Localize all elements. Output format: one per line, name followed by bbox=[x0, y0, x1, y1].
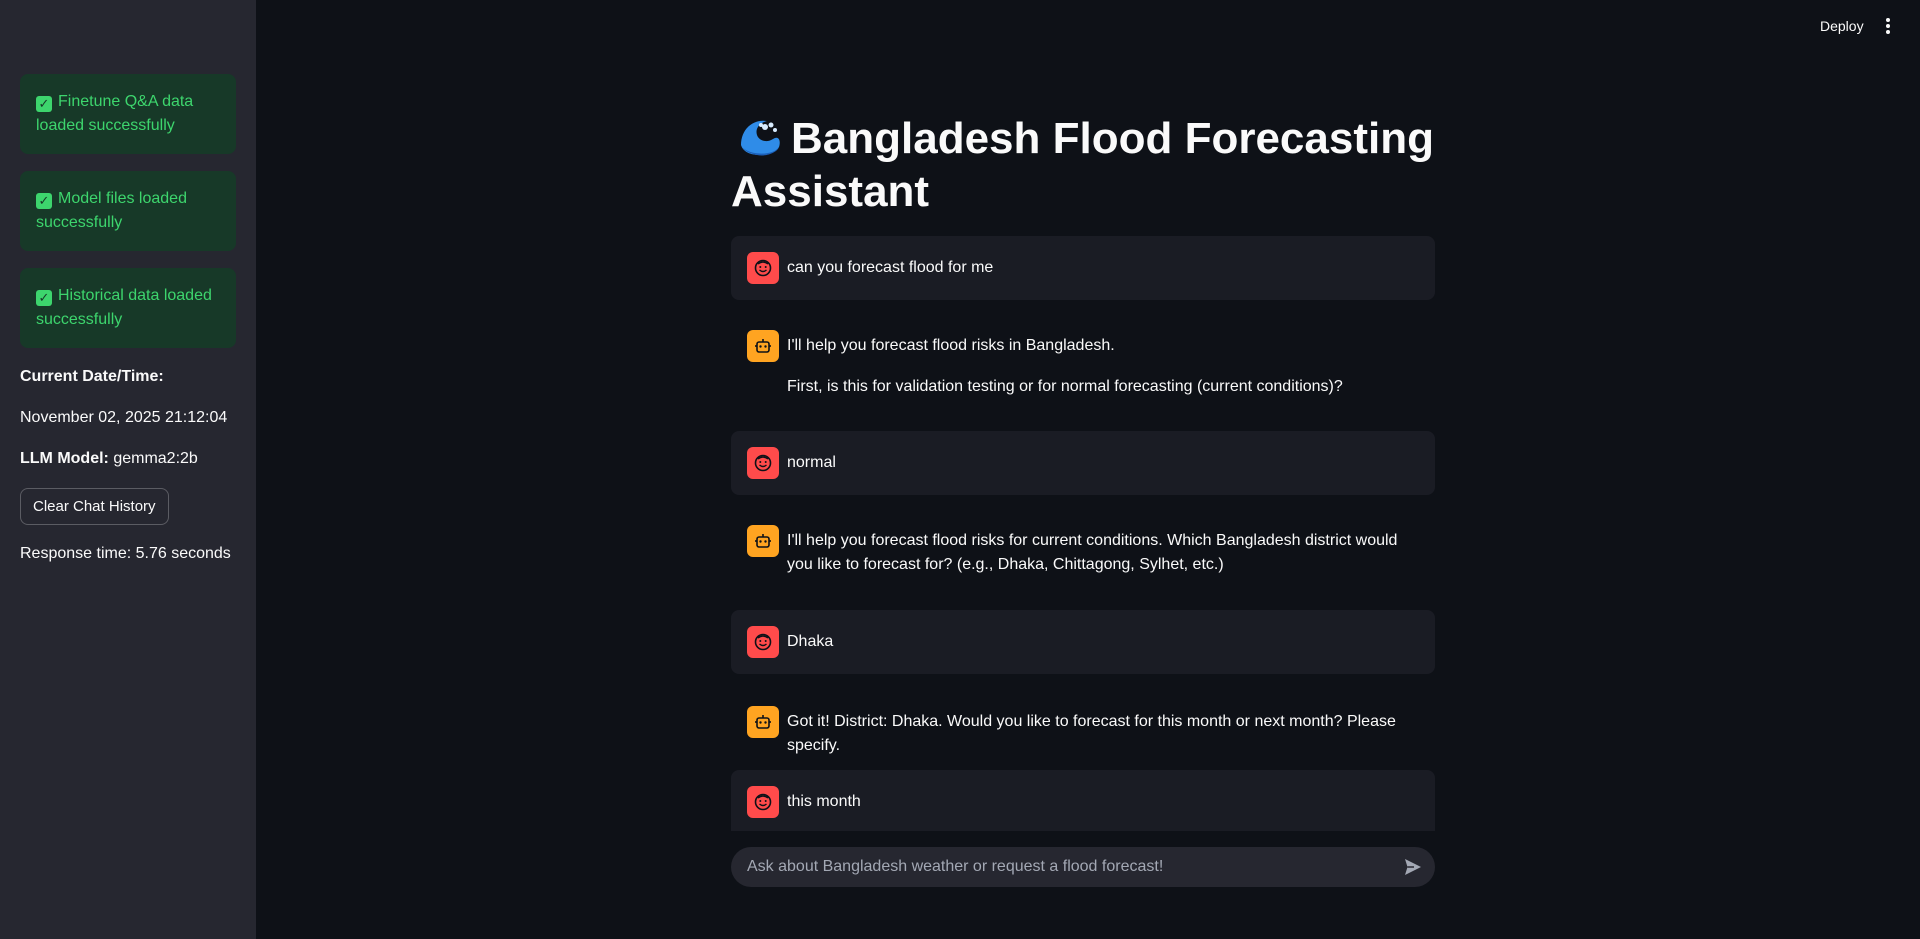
chat-message-assistant: I'll help you forecast flood risks for c… bbox=[731, 509, 1435, 591]
title-text: Bangladesh Flood Forecasting Assistant bbox=[731, 114, 1434, 216]
alert-text: Finetune Q&A data loaded successfully bbox=[36, 93, 194, 134]
message-text: this month bbox=[787, 793, 861, 810]
alert-text: Historical data loaded successfully bbox=[36, 287, 212, 328]
check-box-icon: ✓ bbox=[36, 193, 52, 209]
send-icon[interactable] bbox=[1403, 857, 1423, 877]
llm-value: gemma2:2b bbox=[113, 450, 198, 467]
response-time: Response time: 5.76 seconds bbox=[20, 545, 231, 562]
clear-chat-history-button[interactable]: Clear Chat History bbox=[20, 488, 169, 525]
chat-message-assistant: I'll help you forecast flood risks in Ba… bbox=[731, 314, 1435, 420]
chat-message-assistant: Got it! District: Dhaka. Would you like … bbox=[731, 690, 1435, 754]
llm-model-info: LLM Model: gemma2:2b bbox=[20, 447, 236, 471]
llm-label: LLM Model: bbox=[20, 450, 109, 467]
message-text: normal bbox=[787, 454, 836, 471]
user-face-icon bbox=[747, 786, 779, 818]
user-face-icon bbox=[747, 626, 779, 658]
chat-message-user: this month bbox=[731, 770, 1435, 831]
message-text: Dhaka bbox=[787, 633, 834, 650]
user-face-icon bbox=[747, 447, 779, 479]
message-text: I'll help you forecast flood risks for c… bbox=[787, 532, 1398, 573]
check-box-icon: ✓ bbox=[36, 96, 52, 112]
page-title: Bangladesh Flood Forecasting Assistant bbox=[731, 112, 1435, 218]
chat-message-user: normal bbox=[731, 431, 1435, 495]
robot-icon bbox=[747, 330, 779, 362]
success-alert-qa: ✓ Finetune Q&A data loaded successfully bbox=[20, 74, 236, 154]
chat-message-user: can you forecast flood for me bbox=[731, 236, 1435, 300]
datetime-value: November 02, 2025 21:12:04 bbox=[20, 409, 228, 426]
datetime-label: Current Date/Time: bbox=[20, 368, 164, 385]
message-text: Got it! District: Dhaka. Would you like … bbox=[787, 713, 1396, 754]
water-wave-icon bbox=[741, 120, 780, 156]
chat-input-container bbox=[731, 847, 1435, 887]
alert-text: Model files loaded successfully bbox=[36, 190, 187, 231]
success-alert-historical: ✓ Historical data loaded successfully bbox=[20, 268, 236, 348]
message-text: I'll help you forecast flood risks in Ba… bbox=[787, 337, 1343, 395]
robot-icon bbox=[747, 706, 779, 738]
chat-message-user: Dhaka bbox=[731, 610, 1435, 674]
user-face-icon bbox=[747, 252, 779, 284]
success-alert-model: ✓ Model files loaded successfully bbox=[20, 171, 236, 251]
deploy-button[interactable]: Deploy bbox=[1820, 18, 1864, 34]
sidebar: ✓ Finetune Q&A data loaded successfully ✓… bbox=[0, 0, 256, 939]
check-box-icon: ✓ bbox=[36, 290, 52, 306]
vertical-dots-icon[interactable] bbox=[1880, 18, 1896, 36]
robot-icon bbox=[747, 525, 779, 557]
message-text: can you forecast flood for me bbox=[787, 259, 994, 276]
app-root: ✓ Finetune Q&A data loaded successfully ✓… bbox=[0, 0, 1920, 939]
chat-input[interactable] bbox=[731, 847, 1381, 887]
